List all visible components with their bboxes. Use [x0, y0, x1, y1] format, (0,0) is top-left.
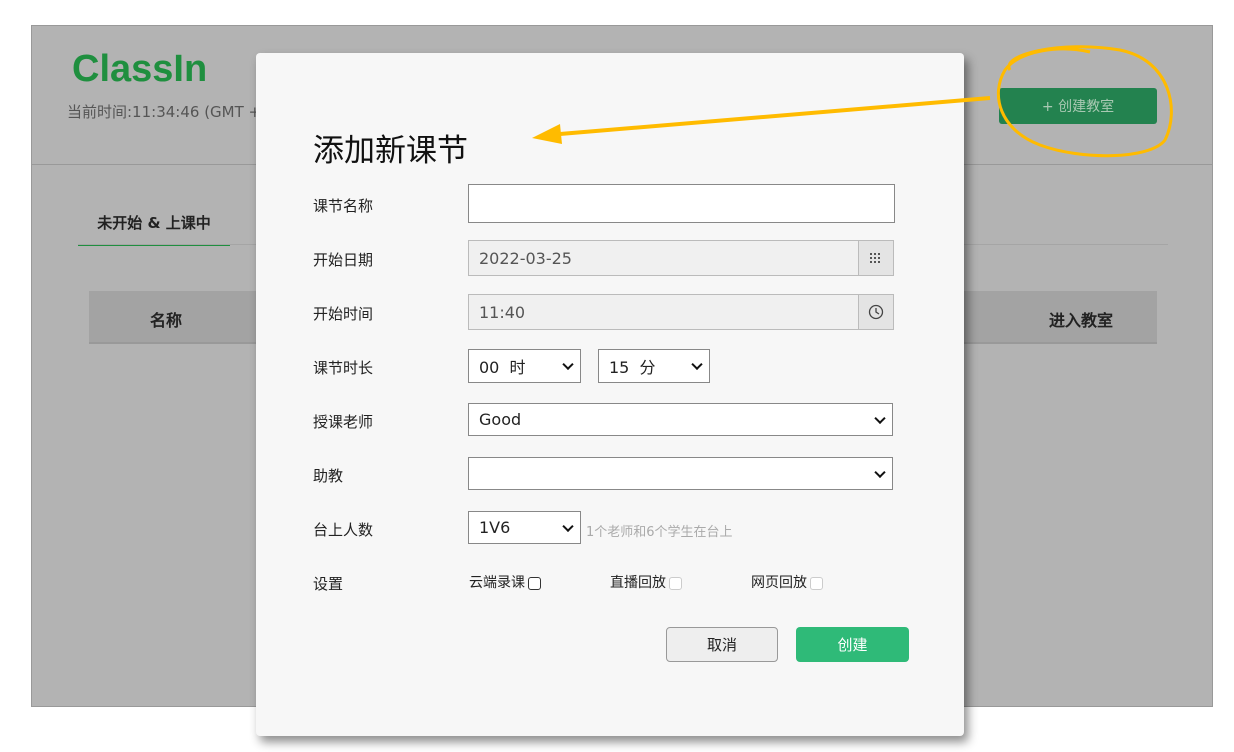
annotation-arrow	[559, 96, 991, 136]
arrow-head-icon	[532, 124, 562, 144]
annotation-overlay	[532, 45, 1173, 158]
annotation-circle	[996, 45, 1173, 158]
